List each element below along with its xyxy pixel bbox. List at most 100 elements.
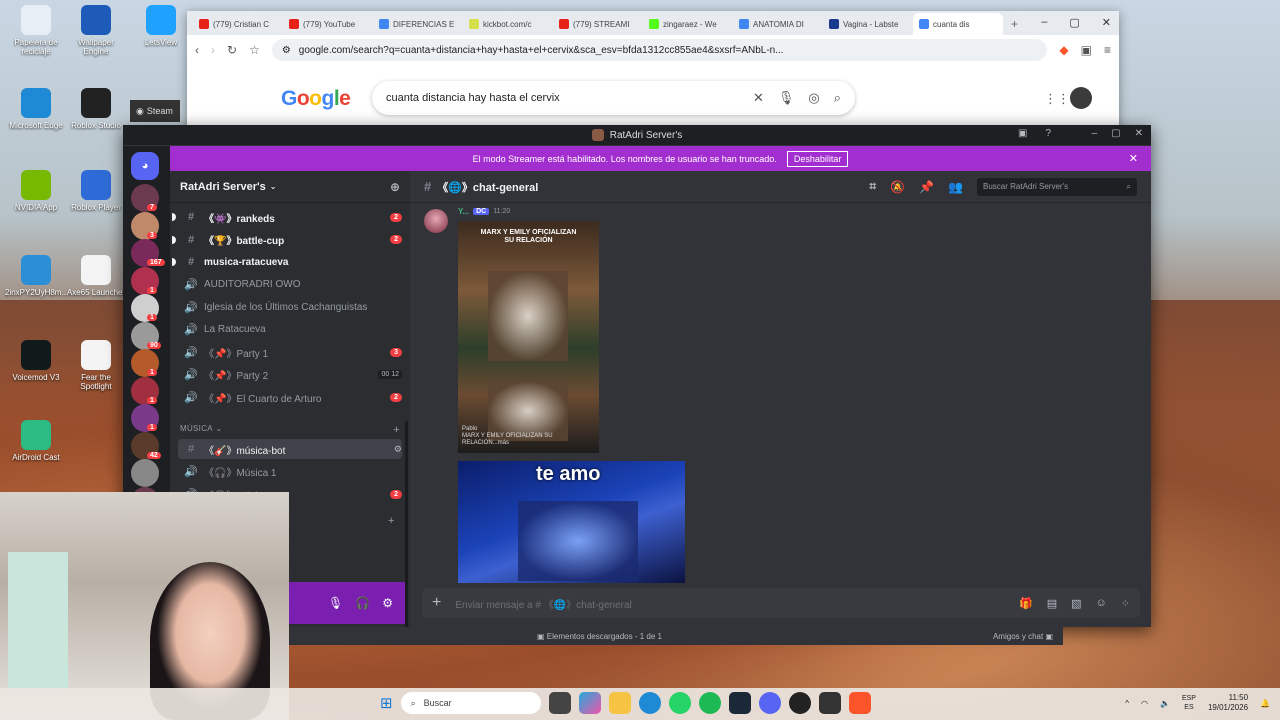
- maximize-button[interactable]: ▢: [1069, 16, 1079, 29]
- avatar[interactable]: [424, 209, 448, 233]
- emoji-icon[interactable]: ☺: [1096, 597, 1107, 610]
- desktop-icon[interactable]: LetsView: [130, 5, 192, 47]
- extensions-icon[interactable]: ▣: [1081, 43, 1092, 57]
- browser-tab[interactable]: ANATOMIA DI: [733, 13, 823, 35]
- desktop-icon[interactable]: Microsoft Edge: [5, 88, 67, 130]
- clock[interactable]: 11:50 19/01/2026: [1208, 693, 1248, 713]
- steam-icon[interactable]: [728, 692, 751, 714]
- add-channel-icon[interactable]: +: [393, 424, 400, 436]
- add-channel-icon[interactable]: +: [388, 515, 394, 527]
- google-logo[interactable]: Google: [281, 87, 351, 111]
- channel-item[interactable]: # musica-ratacueva: [172, 252, 402, 272]
- site-info-icon[interactable]: ⚙: [282, 45, 291, 56]
- copilot-icon[interactable]: [578, 692, 601, 714]
- nvidia-icon[interactable]: [818, 692, 841, 714]
- brave-shield-icon[interactable]: ◆: [1059, 43, 1068, 57]
- downloads-status[interactable]: ▣ Elementos descargados - 1 de 1: [537, 632, 662, 641]
- channel-item[interactable]: # 《👾》rankeds 2: [172, 207, 402, 227]
- brave-icon[interactable]: [848, 692, 871, 714]
- browser-tab[interactable]: Vagina - Labste: [823, 13, 913, 35]
- volume-icon[interactable]: 🔈: [1160, 699, 1170, 708]
- spotify-icon[interactable]: [698, 692, 721, 714]
- minimize-button[interactable]: –: [1092, 128, 1098, 139]
- server-header[interactable]: RatAdri Server's ⌄ ⊕: [170, 171, 410, 203]
- maximize-button[interactable]: ▢: [1111, 128, 1120, 139]
- gif-icon[interactable]: ▤: [1047, 597, 1057, 610]
- desktop-icon[interactable]: NVIDIA App: [5, 170, 67, 212]
- members-icon[interactable]: 👥: [948, 180, 963, 194]
- gift-icon[interactable]: 🎁: [1019, 597, 1033, 610]
- search-input[interactable]: Buscar RatAdri Server's ⌕: [977, 177, 1137, 196]
- desktop-icon[interactable]: Roblox Player: [65, 170, 127, 212]
- pin-icon[interactable]: 📌: [919, 180, 934, 194]
- desktop-icon[interactable]: Voicemod V3: [5, 340, 67, 382]
- taskbar-search[interactable]: ⌕ Buscar: [400, 692, 541, 714]
- disable-streamer-button[interactable]: Deshabilitar: [786, 150, 849, 167]
- headphones-icon[interactable]: 🎧: [355, 596, 370, 610]
- apps-icon[interactable]: ⁘: [1121, 597, 1130, 610]
- desktop-icon[interactable]: Wallpaper Engine: [65, 5, 127, 56]
- menu-icon[interactable]: ≡: [1104, 43, 1111, 57]
- channel-item[interactable]: 🔊 La Ratacueva: [178, 320, 402, 340]
- desktop-icon[interactable]: 2inxPY2UyH8m...: [5, 255, 68, 297]
- google-search-box[interactable]: cuanta distancia hay hasta el cervix ✕ 🎙…: [372, 81, 855, 115]
- channel-item[interactable]: 🔊 Iglesia de los Últimos Cachanguistas: [178, 297, 402, 317]
- notifications-icon[interactable]: 🔔: [1260, 699, 1270, 708]
- obs-icon[interactable]: [788, 692, 811, 714]
- sticker-icon[interactable]: ▧: [1071, 597, 1081, 610]
- minimize-button[interactable]: –: [1041, 16, 1047, 29]
- invite-icon[interactable]: ⊕: [390, 180, 400, 194]
- browser-tab[interactable]: (779) STREAMI: [553, 13, 643, 35]
- notifications-off-icon[interactable]: 🔕: [890, 180, 905, 194]
- add-attachment-icon[interactable]: +: [432, 594, 441, 612]
- task-view-icon[interactable]: [548, 692, 571, 714]
- desktop-icon[interactable]: Fear the Spotlight: [65, 340, 127, 391]
- channel-item[interactable]: # 《🏆》battle-cup 2: [172, 230, 402, 250]
- forward-icon[interactable]: ›: [211, 43, 215, 57]
- browser-tab[interactable]: (779) YouTube: [283, 13, 373, 35]
- browser-tab[interactable]: kickbot.com/c: [463, 13, 553, 35]
- friends-chat-toggle[interactable]: Amigos y chat ▣: [993, 632, 1053, 641]
- mic-icon[interactable]: 🎙: [778, 90, 795, 106]
- server-icon[interactable]: [131, 459, 159, 487]
- gif-attachment[interactable]: te amo: [458, 461, 685, 583]
- discord-icon[interactable]: [758, 692, 781, 714]
- channel-item[interactable]: # 《🎸》música-bot ⚙: [178, 439, 402, 459]
- channel-item[interactable]: 🔊 《📌》Party 2 00 12: [178, 365, 402, 385]
- message-author[interactable]: Y...: [458, 207, 469, 216]
- mic-icon[interactable]: 🎙: [328, 596, 343, 610]
- desktop-icon[interactable]: AirDroid Cast: [5, 420, 67, 462]
- inbox-icon[interactable]: ▣: [1018, 128, 1027, 139]
- channel-item[interactable]: 🔊 AUDITORADRI OWO: [178, 275, 402, 295]
- lens-icon[interactable]: ◎: [808, 90, 819, 106]
- desktop-icon[interactable]: Papelera de reciclaje: [5, 5, 67, 56]
- category-music[interactable]: MÚSICA ⌄ +: [180, 424, 400, 436]
- sidebar-scrollbar[interactable]: [405, 421, 408, 631]
- start-icon[interactable]: ⊞: [380, 694, 393, 712]
- address-bar[interactable]: ⚙ google.com/search?q=cuanta+distancia+h…: [271, 39, 1048, 61]
- bookmark-icon[interactable]: ☆: [249, 43, 260, 57]
- channel-item[interactable]: 🔊 《📌》El Cuarto de Arturo 2: [178, 387, 402, 407]
- close-button[interactable]: ✕: [1135, 128, 1143, 139]
- help-icon[interactable]: ?: [1045, 128, 1051, 139]
- desktop-icon[interactable]: Roblox Studio: [65, 88, 127, 130]
- server-tag[interactable]: DC: [473, 208, 490, 215]
- file-explorer-icon[interactable]: [608, 692, 631, 714]
- chevron-up-icon[interactable]: ^: [1125, 699, 1129, 708]
- message-composer[interactable]: + Enviar mensaje a # 《🌐》chat-general 🎁 ▤…: [422, 588, 1140, 618]
- edge-icon[interactable]: [638, 692, 661, 714]
- search-icon[interactable]: ⌕: [834, 90, 841, 106]
- settings-gear-icon[interactable]: ⚙: [382, 596, 393, 610]
- threads-icon[interactable]: ⌗: [869, 179, 876, 194]
- back-icon[interactable]: ‹: [195, 43, 199, 57]
- browser-tab[interactable]: cuanta dis: [913, 13, 1003, 35]
- discord-home-icon[interactable]: ◕: [131, 152, 159, 180]
- image-attachment[interactable]: MARX Y EMILY OFICIALIZAN SU RELACIÓN Pab…: [458, 221, 599, 453]
- browser-tab[interactable]: (779) Cristian C: [193, 13, 283, 35]
- channel-item[interactable]: 🔊 《🎧》Música 1: [178, 462, 402, 482]
- whatsapp-icon[interactable]: [668, 692, 691, 714]
- channel-settings-icon[interactable]: ⚙: [394, 444, 402, 455]
- browser-tab[interactable]: zingaraez - We: [643, 13, 733, 35]
- close-banner-icon[interactable]: ✕: [1129, 152, 1138, 165]
- account-avatar[interactable]: [1070, 87, 1092, 109]
